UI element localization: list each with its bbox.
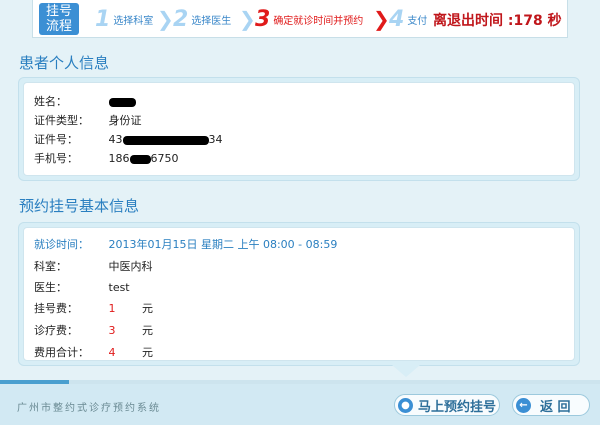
chevron-right-icon: ❯	[239, 7, 256, 31]
idno-label: 证件号：	[34, 133, 78, 146]
treat-fee-row: 诊疗费： 3 元	[34, 322, 153, 338]
countdown-timer: 离退出时间 :178 秒	[433, 10, 562, 30]
section-title-booking: 预约挂号基本信息	[19, 197, 140, 215]
countdown-value: 178	[513, 13, 543, 29]
doctor-row: 医生： test	[34, 279, 130, 295]
step-4-label: 支付	[407, 15, 428, 27]
reg-fee-value: 1	[108, 302, 116, 315]
total-fee-value: 4	[108, 346, 116, 359]
countdown-prefix: 离退出时间 :	[433, 13, 514, 29]
idno-prefix: 43	[108, 133, 123, 146]
redacted-phone	[129, 154, 151, 164]
idtype-label: 证件类型：	[34, 114, 89, 127]
step-2: 2 选择医生	[173, 6, 231, 32]
visit-time-row: 就诊时间： 2013年01月15日 星期二 上午 08:00 - 08:59	[34, 236, 337, 252]
back-label: 返 回	[540, 399, 571, 415]
steps-bar: 挂号 流程 1 选择科室 ❯ 2 选择医生 ❯ 3 确定就诊时间并预约 ❯ 4 …	[32, 0, 568, 38]
step-2-label: 选择医生	[191, 15, 232, 27]
treat-fee-currency: 元	[142, 324, 153, 337]
phone-prefix: 186	[108, 152, 130, 165]
doctor-value: test	[108, 281, 130, 294]
step-1-label: 选择科室	[113, 15, 154, 27]
redacted-name	[108, 97, 136, 107]
step-3: 3 确定就诊时间并预约	[255, 6, 363, 32]
step-1: 1 选择科室	[95, 6, 153, 32]
name-row: 姓名：	[34, 93, 136, 109]
chevron-right-icon: ❯	[373, 7, 390, 31]
step-3-number: 3	[255, 6, 271, 32]
idno-suffix: 34	[208, 133, 223, 146]
idno-row: 证件号： 43 34	[34, 131, 223, 147]
chevron-right-icon: ❯	[157, 7, 174, 31]
personal-info-panel: 姓名： 证件类型： 身份证 证件号： 43 34 手机号： 186 6750	[18, 77, 580, 181]
reg-fee-row: 挂号费： 1 元	[34, 300, 153, 316]
footer-bar: 广州市整约式诊疗预约系统 ● 马上预约挂号 ← 返 回	[0, 384, 600, 425]
countdown-unit: 秒	[547, 13, 562, 29]
reg-fee-label: 挂号费：	[34, 302, 78, 315]
step-2-number: 2	[173, 6, 189, 32]
idtype-value: 身份证	[108, 114, 142, 127]
phone-suffix: 6750	[150, 152, 179, 165]
treat-fee-label: 诊疗费：	[34, 324, 78, 337]
treat-fee-value: 3	[108, 324, 116, 337]
idtype-row: 证件类型： 身份证	[34, 112, 142, 128]
total-fee-currency: 元	[142, 346, 153, 359]
flow-badge: 挂号 流程	[39, 3, 79, 35]
user-icon: ●	[398, 397, 413, 413]
section-title-personal: 患者个人信息	[19, 54, 110, 72]
phone-label: 手机号：	[34, 152, 78, 165]
personal-info-card: 姓名： 证件类型： 身份证 证件号： 43 34 手机号： 186 6750	[23, 82, 575, 176]
decorative-pointer	[392, 365, 420, 377]
flow-badge-line2: 流程	[45, 19, 72, 34]
footer-brand: 广州市整约式诊疗预约系统	[17, 403, 161, 414]
book-now-label: 马上预约挂号	[418, 399, 497, 415]
doctor-label: 医生：	[34, 281, 67, 294]
book-now-button[interactable]: ● 马上预约挂号	[394, 394, 500, 416]
name-label: 姓名：	[34, 95, 67, 108]
step-1-number: 1	[95, 6, 111, 32]
back-button[interactable]: ← 返 回	[512, 394, 590, 416]
back-icon: ←	[516, 397, 531, 413]
dept-label: 科室：	[34, 260, 67, 273]
step-4-number: 4	[389, 6, 405, 32]
booking-info-panel: 就诊时间： 2013年01月15日 星期二 上午 08:00 - 08:59 科…	[18, 222, 580, 366]
visit-time-label: 就诊时间：	[34, 238, 89, 251]
dept-value: 中医内科	[108, 260, 153, 273]
total-fee-row: 费用合计： 4 元	[34, 344, 153, 360]
visit-time-value: 2013年01月15日 星期二 上午 08:00 - 08:59	[108, 238, 338, 251]
step-3-label: 确定就诊时间并预约	[273, 15, 364, 27]
phone-row: 手机号： 186 6750	[34, 150, 179, 166]
step-4: 4 支付	[389, 6, 427, 32]
reg-fee-currency: 元	[142, 302, 153, 315]
dept-row: 科室： 中医内科	[34, 258, 153, 274]
redacted-idno	[122, 135, 209, 145]
total-fee-label: 费用合计：	[34, 346, 89, 359]
flow-badge-line1: 挂号	[45, 4, 72, 19]
booking-info-card: 就诊时间： 2013年01月15日 星期二 上午 08:00 - 08:59 科…	[23, 227, 575, 361]
